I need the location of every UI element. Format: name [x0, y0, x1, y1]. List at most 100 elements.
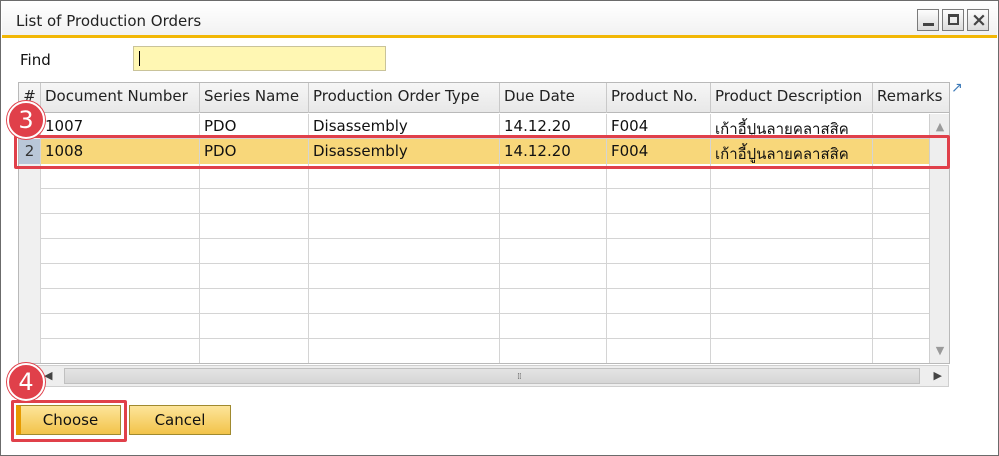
empty-row — [19, 189, 949, 214]
empty-cell — [200, 189, 309, 214]
empty-row — [19, 164, 949, 189]
find-label: Find — [20, 51, 51, 69]
expand-arrow-icon[interactable]: ↗ — [951, 81, 965, 95]
column-header-remarks[interactable]: Remarks — [873, 83, 949, 113]
empty-cell — [200, 264, 309, 289]
empty-cell — [500, 339, 607, 363]
empty-row — [19, 214, 949, 239]
empty-row — [19, 314, 949, 339]
empty-cell — [41, 314, 200, 339]
cell-remarks[interactable] — [873, 114, 931, 139]
row-number-empty — [19, 264, 41, 289]
scroll-right-icon[interactable]: ▶ — [934, 369, 942, 382]
row-number-empty — [19, 314, 41, 339]
empty-cell — [607, 164, 711, 189]
maximize-button[interactable] — [942, 9, 964, 31]
title-bar[interactable]: List of Production Orders × — [2, 2, 997, 38]
row-number-empty — [19, 214, 41, 239]
horizontal-scroll-thumb[interactable]: ⁞⁞ — [64, 368, 920, 384]
empty-cell — [500, 264, 607, 289]
empty-cell — [711, 214, 873, 239]
cell-series-name[interactable]: PDO — [200, 139, 309, 164]
choose-button[interactable]: Choose — [16, 405, 121, 435]
empty-cell — [309, 264, 500, 289]
cell-remarks[interactable] — [873, 139, 931, 164]
scroll-down-icon[interactable]: ▼ — [933, 344, 947, 358]
cell-document-number[interactable]: 1008 — [41, 139, 200, 164]
cell-product-description[interactable]: เก้าอี้ปูนลายคลาสสิค — [711, 139, 873, 164]
table-row[interactable]: 1 1007 PDO Disassembly 14.12.20 F004 เก้… — [19, 114, 949, 139]
empty-cell — [873, 189, 931, 214]
step-badge-4: 4 — [7, 363, 45, 401]
empty-cell — [309, 289, 500, 314]
scroll-left-icon[interactable]: ◀ — [44, 369, 52, 382]
empty-cell — [711, 264, 873, 289]
empty-cell — [607, 214, 711, 239]
empty-cell — [500, 239, 607, 264]
production-orders-grid: # Document Number Series Name Production… — [18, 82, 950, 364]
scroll-up-icon[interactable]: ▲ — [933, 120, 947, 134]
empty-cell — [711, 164, 873, 189]
cell-production-order-type[interactable]: Disassembly — [309, 139, 500, 164]
production-orders-window: List of Production Orders × Find ↗ # Doc… — [0, 0, 999, 456]
row-number-empty — [19, 239, 41, 264]
window-title: List of Production Orders — [16, 12, 202, 30]
empty-cell — [41, 164, 200, 189]
find-input[interactable] — [133, 46, 386, 71]
empty-cell — [607, 314, 711, 339]
row-number-empty — [19, 189, 41, 214]
empty-cell — [607, 339, 711, 363]
minimize-button[interactable] — [917, 9, 939, 31]
column-header-document-number[interactable]: Document Number — [41, 83, 200, 113]
step-badge-3: 3 — [7, 101, 45, 139]
empty-cell — [873, 264, 931, 289]
empty-cell — [309, 189, 500, 214]
grid-header: # Document Number Series Name Production… — [19, 83, 949, 113]
empty-cell — [711, 189, 873, 214]
column-header-production-order-type[interactable]: Production Order Type — [309, 83, 500, 113]
window-controls: × — [917, 9, 989, 31]
column-header-product-no[interactable]: Product No. — [607, 83, 711, 113]
grid-body: 1 1007 PDO Disassembly 14.12.20 F004 เก้… — [19, 114, 949, 363]
grip-icon: ⁞⁞ — [517, 372, 522, 382]
empty-cell — [500, 289, 607, 314]
cell-product-no[interactable]: F004 — [607, 139, 711, 164]
column-header-product-description[interactable]: Product Description — [711, 83, 873, 113]
text-caret — [139, 51, 140, 66]
empty-cell — [200, 314, 309, 339]
empty-cell — [607, 289, 711, 314]
cell-document-number[interactable]: 1007 — [41, 114, 200, 139]
empty-cell — [309, 314, 500, 339]
empty-cell — [200, 164, 309, 189]
vertical-scrollbar[interactable]: ▲ ▼ — [929, 114, 949, 363]
cell-production-order-type[interactable]: Disassembly — [309, 114, 500, 139]
empty-cell — [309, 239, 500, 264]
empty-cell — [711, 289, 873, 314]
cell-product-description[interactable]: เก้าอี้ปูนลายคลาสสิค — [711, 114, 873, 139]
empty-cell — [873, 239, 931, 264]
empty-cell — [200, 339, 309, 363]
cancel-button[interactable]: Cancel — [129, 405, 231, 435]
empty-cell — [711, 239, 873, 264]
empty-cell — [41, 239, 200, 264]
cell-due-date[interactable]: 14.12.20 — [500, 139, 607, 164]
table-row-selected[interactable]: 2 1008 PDO Disassembly 14.12.20 F004 เก้… — [19, 139, 949, 164]
empty-cell — [41, 339, 200, 363]
cell-product-no[interactable]: F004 — [607, 114, 711, 139]
empty-cell — [200, 289, 309, 314]
column-header-due-date[interactable]: Due Date — [500, 83, 607, 113]
empty-cell — [309, 164, 500, 189]
empty-row — [19, 339, 949, 363]
close-button[interactable]: × — [967, 9, 989, 31]
cell-series-name[interactable]: PDO — [200, 114, 309, 139]
minimize-icon — [923, 23, 934, 26]
empty-cell — [41, 189, 200, 214]
empty-cell — [500, 164, 607, 189]
empty-cell — [41, 264, 200, 289]
column-header-series-name[interactable]: Series Name — [200, 83, 309, 113]
empty-cell — [711, 314, 873, 339]
cell-due-date[interactable]: 14.12.20 — [500, 114, 607, 139]
row-number-empty — [19, 339, 41, 363]
horizontal-scrollbar[interactable]: ◀ ⁞⁞ ▶ — [37, 365, 949, 387]
empty-cell — [200, 239, 309, 264]
